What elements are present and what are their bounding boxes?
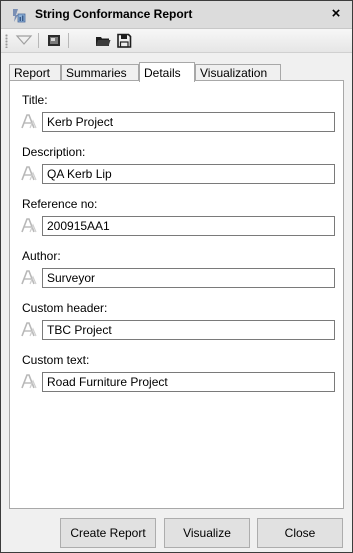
details-panel: Title: Kerb Project Description: QA Kerb Li… [9,80,344,509]
close-button[interactable]: Close [257,518,343,548]
window-title: String Conformance Report [35,7,193,21]
visualize-button[interactable]: Visualize [164,518,250,548]
tab-summaries[interactable]: Summaries [61,64,139,81]
text-style-icon[interactable] [20,164,38,182]
text-style-icon[interactable] [20,268,38,286]
text-style-icon[interactable] [20,320,38,338]
close-icon[interactable]: × [328,4,344,24]
report-app-icon [13,9,26,23]
toolbar-separator [38,33,39,48]
text-style-icon[interactable] [20,372,38,390]
folder-open-icon[interactable] [94,32,112,49]
title-label: Title: [22,93,48,107]
save-icon[interactable] [115,32,133,49]
author-label: Author: [22,249,61,263]
tab-details[interactable]: Details [139,62,195,82]
tab-visualization[interactable]: Visualization [195,64,281,81]
custom-text-label: Custom text: [22,353,90,367]
title-input[interactable]: Kerb Project [42,112,335,132]
tab-report[interactable]: Report [9,64,61,81]
custom-header-label: Custom header: [22,301,108,315]
description-input[interactable]: QA Kerb Lip [42,164,335,184]
custom-header-input[interactable]: TBC Project [42,320,335,340]
text-style-icon[interactable] [20,216,38,234]
create-report-button[interactable]: Create Report [60,518,156,548]
text-style-icon[interactable] [20,112,38,130]
reference-no-label: Reference no: [22,197,98,211]
toolbar-separator [68,33,69,48]
toolbar [1,29,352,53]
reference-no-input[interactable]: 200915AA1 [42,216,335,236]
description-label: Description: [22,145,86,159]
custom-text-input[interactable]: Road Furniture Project [42,372,335,392]
display-icon[interactable] [45,32,63,49]
report-window: String Conformance Report × Report Summa… [0,0,353,553]
title-bar[interactable]: String Conformance Report × [1,1,352,29]
filter-icon[interactable] [15,32,33,49]
author-input[interactable]: Surveyor [42,268,335,288]
toolbar-grip[interactable] [5,34,8,48]
